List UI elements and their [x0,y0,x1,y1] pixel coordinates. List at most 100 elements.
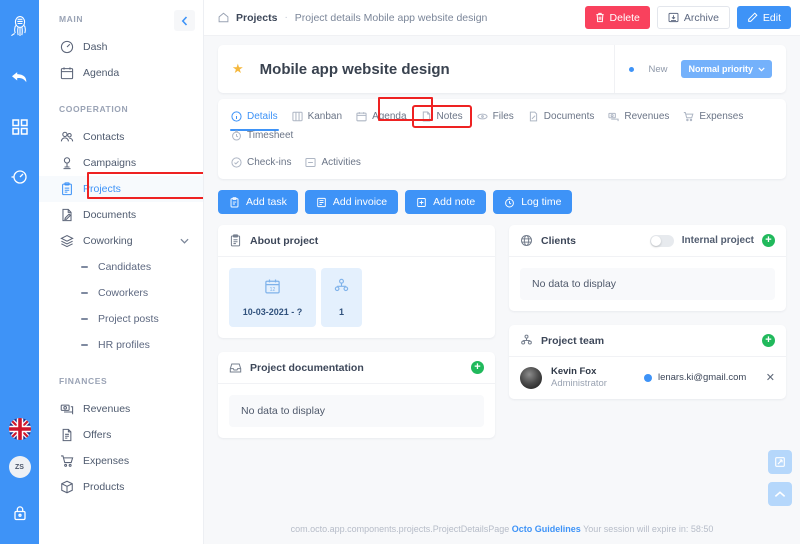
octopus-logo-icon[interactable] [5,10,35,44]
plus-circle-icon[interactable]: + [471,361,484,374]
tab-revenues[interactable]: Revenues [601,107,676,126]
sidebar-collapse-button[interactable] [174,10,195,31]
task-clipboard-icon [229,196,240,208]
action-label: Log time [521,196,562,208]
tab-notes[interactable]: Notes [411,105,472,128]
offer-doc-icon [59,428,74,443]
cart-icon [683,111,694,122]
star-icon[interactable]: ★ [232,61,244,77]
tab-documents[interactable]: Documents [521,107,602,126]
table-row[interactable]: Kevin Fox Administrator lenars.ki@gmail.… [509,357,786,399]
sidebar-item-coworking[interactable]: Coworking [39,228,203,254]
plus-circle-icon[interactable]: + [762,334,775,347]
octo-guidelines-link[interactable]: Octo Guidelines [512,524,581,534]
stat-box-members[interactable]: 1 [321,268,362,327]
sidebar-item-label: Revenues [83,403,131,415]
footer-session-text: Your session will expire in: 58:50 [583,524,714,534]
chevron-down-icon[interactable] [180,236,189,246]
tab-kanban[interactable]: Kanban [285,107,349,126]
sidebar-item-offers[interactable]: Offers [39,422,203,448]
floating-buttons [768,450,792,506]
project-team-card: Project team + Kevin Fox Administrator l… [509,325,786,399]
sidebar-subitem-label: Project posts [98,313,159,325]
tab-agenda[interactable]: Agenda [349,107,413,126]
checkin-icon [231,157,242,168]
plus-circle-icon[interactable]: + [762,234,775,247]
sidebar-subitem-candidates[interactable]: Candidates [39,254,203,280]
tab-details[interactable]: Details [224,107,285,131]
log-time-button[interactable]: Log time [493,190,573,214]
sidebar-subitem-project-posts[interactable]: Project posts [39,306,203,332]
tabs-card: Details Kanban Agenda Notes Files Docume… [218,99,786,179]
footer-component-path: com.octo.app.components.projects.Project… [290,524,510,534]
empty-state: No data to display [520,268,775,300]
sidebar-subitem-label: Coworkers [98,287,149,299]
stat-value: 1 [338,307,344,317]
breadcrumb-root[interactable]: Projects [236,12,277,24]
grid-apps-icon[interactable] [5,110,35,144]
sidebar-item-documents[interactable]: Documents [39,202,203,228]
sidebar-subitem-coworkers[interactable]: Coworkers [39,280,203,306]
tab-check-ins[interactable]: Check-ins [224,153,298,172]
footer: com.octo.app.components.projects.Project… [204,524,800,534]
money-stack-icon [59,402,74,417]
sidebar-item-products[interactable]: Products [39,474,203,500]
close-icon[interactable]: ✕ [766,371,775,384]
add-invoice-button[interactable]: Add invoice [304,190,399,214]
add-note-button[interactable]: Add note [405,190,487,214]
breadcrumb-current: Project details Mobile app website desig… [294,11,488,24]
uk-flag-icon[interactable] [8,418,31,440]
sidebar-item-contacts[interactable]: Contacts [39,124,203,150]
team-icon [520,334,533,347]
tab-label: Agenda [372,111,407,122]
bullet-dash-icon [81,318,88,320]
details-columns: About project 12 10-03-2021 - ? 1 Projec… [218,225,786,438]
priority-label: Normal priority [688,64,753,74]
project-documentation-title: Project documentation [250,361,364,374]
tab-expenses[interactable]: Expenses [676,107,750,126]
tab-label: Details [247,111,278,122]
tab-activities[interactable]: Activities [298,153,367,172]
sidebar-item-agenda[interactable]: Agenda [39,60,203,86]
money-icon [608,111,619,122]
priority-dropdown[interactable]: Normal priority [681,60,772,78]
clients-card: Clients Internal project + No data to di… [509,225,786,311]
clipboard-icon [229,234,242,247]
note-icon [421,111,432,122]
tab-files[interactable]: Files [470,107,521,126]
sidebar-item-dash[interactable]: Dash [39,34,203,60]
scroll-top-icon[interactable] [768,482,792,506]
campaign-icon [59,156,74,171]
home-icon[interactable] [218,12,229,23]
sidebar-subitem-hr-profiles[interactable]: HR profiles [39,332,203,358]
tab-label: Timesheet [247,130,294,141]
sidebar-item-label: Documents [83,209,137,221]
project-documentation-body: No data to display [218,384,495,438]
speedometer-icon[interactable] [5,160,35,194]
edit-button[interactable]: Edit [736,6,791,29]
tab-label: Kanban [307,111,343,122]
left-column: About project 12 10-03-2021 - ? 1 Projec… [218,225,495,438]
sidebar-item-campaigns[interactable]: Campaigns [39,150,203,176]
sidebar-item-expenses[interactable]: Expenses [39,448,203,474]
status-badge: New [648,63,668,75]
sidebar-item-revenues[interactable]: Revenues [39,396,203,422]
action-label: Add invoice [332,196,388,208]
delete-button[interactable]: Delete [584,6,650,29]
archive-button-label: Archive [683,11,719,24]
internal-project-toggle[interactable] [649,234,674,247]
sidebar-item-projects[interactable]: Projects [39,176,203,202]
invoice-icon [316,197,327,208]
tab-timesheet[interactable]: Timesheet [224,126,300,145]
member-name: Kevin Fox [551,366,597,377]
lock-icon[interactable] [5,496,35,530]
archive-button[interactable]: Archive [656,6,730,29]
undo-arrow-icon[interactable] [5,60,35,94]
avatar[interactable]: ZS [8,456,31,478]
right-column: Clients Internal project + No data to di… [509,225,786,438]
resize-icon[interactable] [768,450,792,474]
stat-box-dates[interactable]: 12 10-03-2021 - ? [229,268,316,327]
action-buttons: Add task Add invoice Add note Log time [218,190,786,214]
project-title-right: New Normal priority [614,45,786,93]
add-task-button[interactable]: Add task [218,190,298,214]
